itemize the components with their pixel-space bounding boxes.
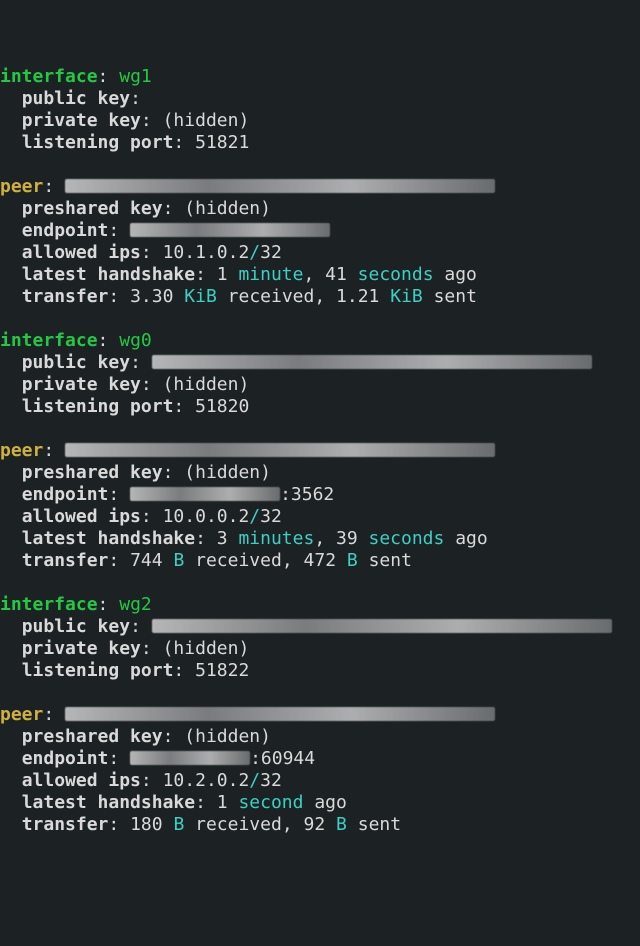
label-interface: interface [0, 66, 98, 87]
redacted-text [152, 619, 612, 633]
iface-name: wg2 [119, 594, 152, 615]
redacted-text [130, 223, 330, 237]
port-value: 51821 [195, 132, 249, 153]
label-interface: interface [0, 330, 98, 351]
iface-name: wg1 [119, 66, 152, 87]
label-latest-handshake: latest handshake [22, 792, 195, 813]
label-preshared-key: preshared key [22, 198, 163, 219]
label-private-key: private key [22, 110, 141, 131]
label-transfer: transfer [22, 814, 109, 835]
label-listening-port: listening port [22, 660, 174, 681]
label-latest-handshake: latest handshake [22, 528, 195, 549]
label-private-key: private key [22, 374, 141, 395]
redacted-text [152, 355, 592, 369]
label-endpoint: endpoint [22, 220, 109, 241]
label-allowed-ips: allowed ips [22, 506, 141, 527]
terminal-output: interface: wg1 public key: private key: … [0, 66, 640, 836]
label-transfer: transfer [22, 550, 109, 571]
label-preshared-key: preshared key [22, 462, 163, 483]
label-public-key: public key [22, 352, 130, 373]
redacted-text [65, 443, 495, 457]
label-preshared-key: preshared key [22, 726, 163, 747]
label-endpoint: endpoint [22, 484, 109, 505]
label-endpoint: endpoint [22, 748, 109, 769]
label-transfer: transfer [22, 286, 109, 307]
label-peer: peer [0, 176, 43, 197]
label-interface: interface [0, 594, 98, 615]
label-latest-handshake: latest handshake [22, 264, 195, 285]
label-public-key: public key [22, 616, 130, 637]
label-peer: peer [0, 440, 43, 461]
label-allowed-ips: allowed ips [22, 242, 141, 263]
redacted-text [65, 179, 495, 193]
label-listening-port: listening port [22, 396, 174, 417]
label-public-key: public key [22, 88, 130, 109]
hidden-value: (hidden) [163, 110, 250, 131]
label-listening-port: listening port [22, 132, 174, 153]
label-peer: peer [0, 704, 43, 725]
redacted-text [130, 751, 250, 765]
label-private-key: private key [22, 638, 141, 659]
redacted-text [130, 487, 280, 501]
label-allowed-ips: allowed ips [22, 770, 141, 791]
redacted-text [65, 707, 495, 721]
mask-sep: / [249, 242, 260, 263]
iface-name: wg0 [119, 330, 152, 351]
